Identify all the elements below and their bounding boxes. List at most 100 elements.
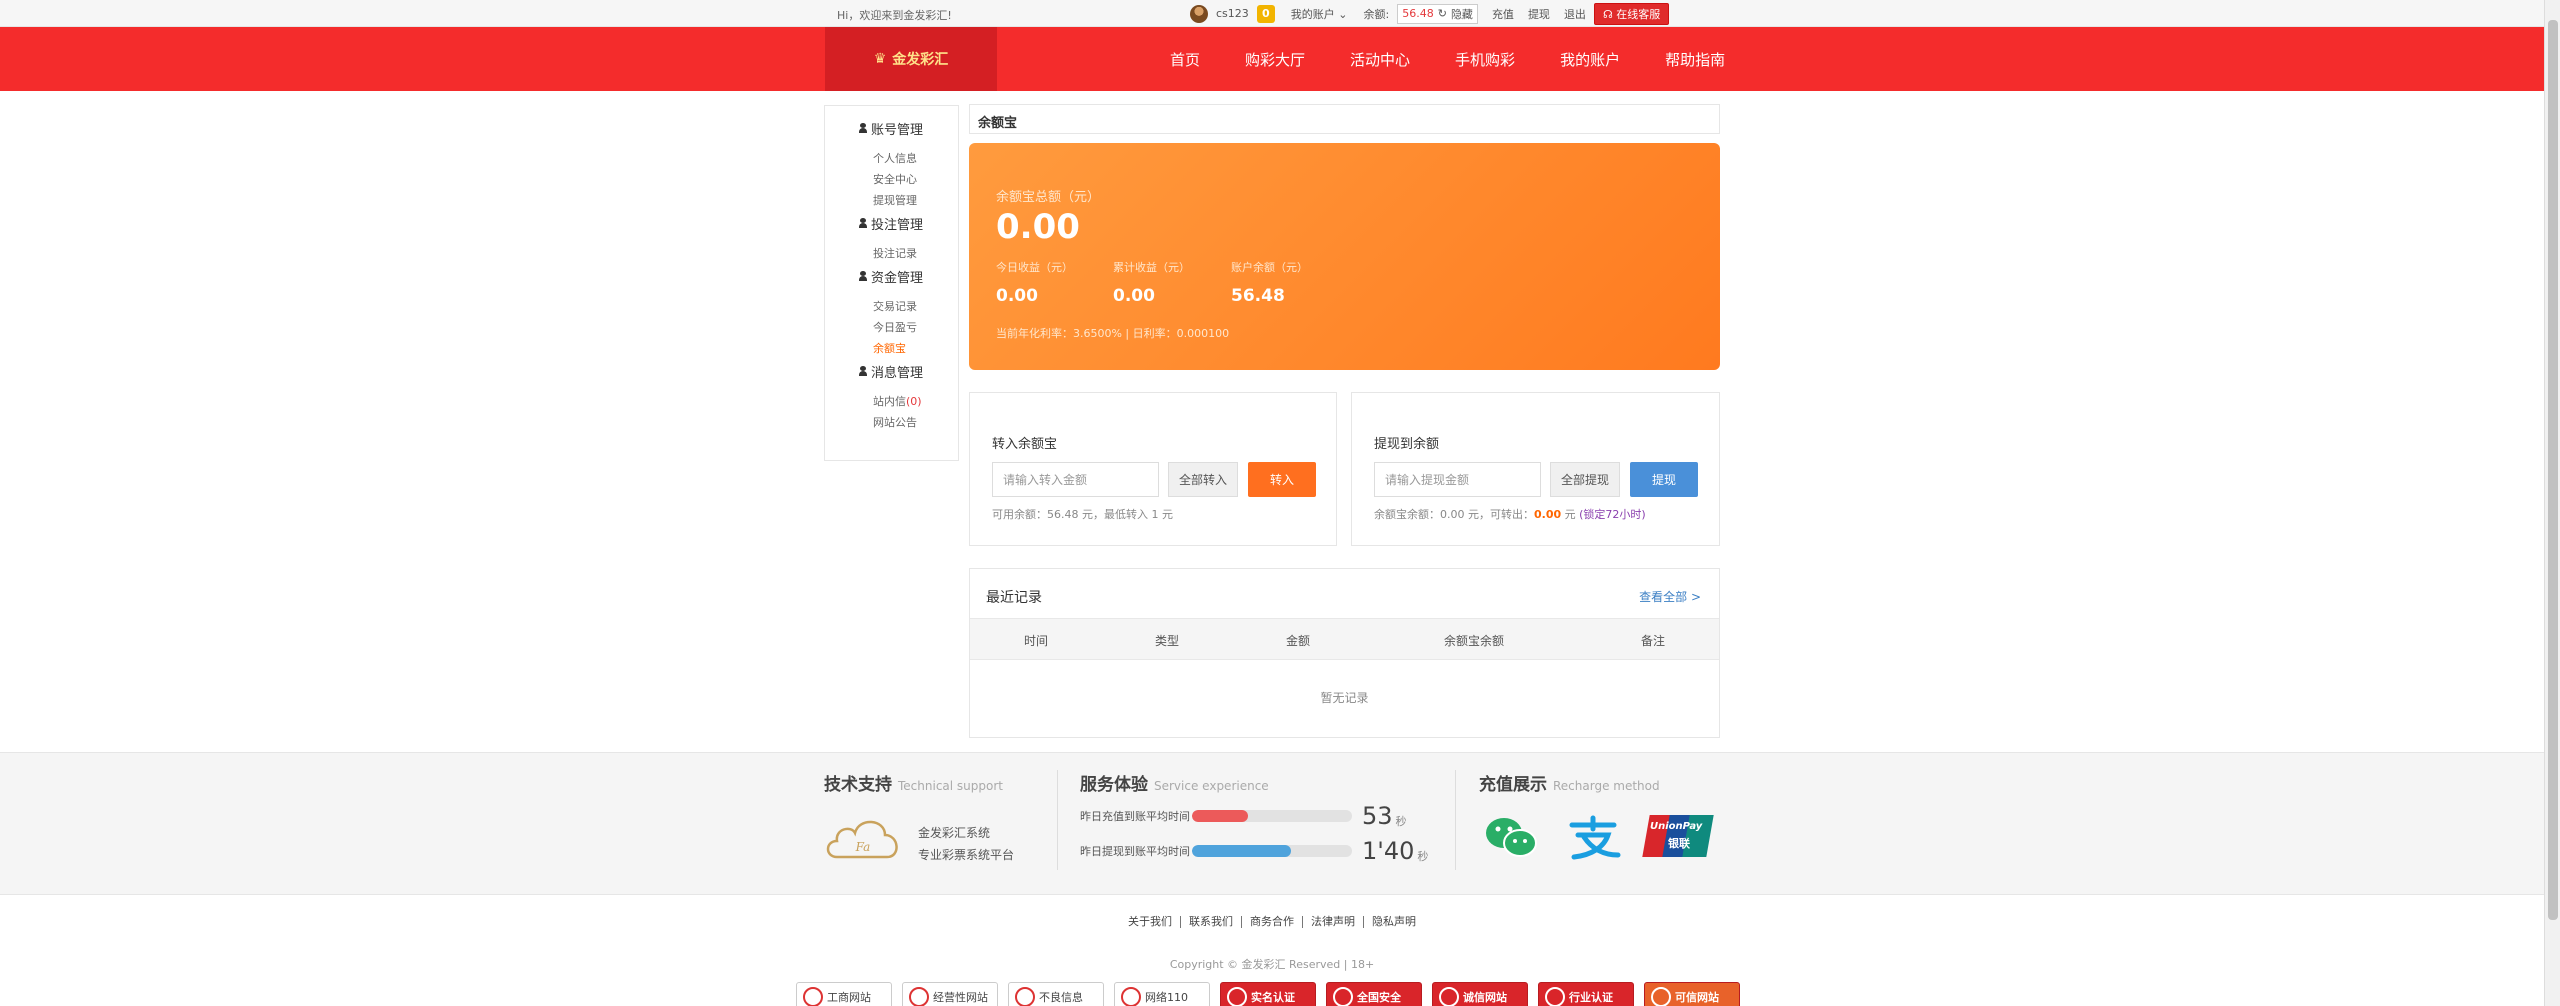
withdraw-hint: 余额宝余额：0.00 元，可转出：0.00 元 (锁定72小时) xyxy=(1374,508,1646,521)
withdraw-button[interactable]: 提现 xyxy=(1630,462,1698,497)
withdraw-speed-row: 昨日提现到账平均时间 1'40 秒 xyxy=(1080,837,1429,865)
transfer-in-panel: 转入余额宝 请输入转入金额 全部转入 转入 可用余额：56.48 元，最低转入 … xyxy=(969,392,1337,546)
badge-icp[interactable]: 工商网站 xyxy=(796,982,892,1006)
nav-activity[interactable]: 活动中心 xyxy=(1350,49,1410,70)
recharge-methods-title: 充值展示 Recharge method xyxy=(1479,775,1660,795)
footer-divider xyxy=(1057,770,1058,870)
sidebar-item-profile[interactable]: 个人信息 xyxy=(873,148,958,169)
sidebar-item-transactions[interactable]: 交易记录 xyxy=(873,296,958,317)
site-logo[interactable]: ♛ 金发彩汇 xyxy=(825,27,997,91)
crown-icon: ♛ xyxy=(873,51,887,67)
recharge-speed-row: 昨日充值到账平均时间 53 秒 xyxy=(1080,802,1407,830)
cumulative-income-value: 0.00 xyxy=(1113,286,1155,306)
scrollbar-thumb[interactable] xyxy=(2548,20,2558,920)
svg-text:Fa: Fa xyxy=(855,840,871,854)
records-title: 最近记录 xyxy=(986,590,1042,606)
footer-link-contact[interactable]: 联系我们 xyxy=(1181,916,1242,928)
badge-business[interactable]: 经营性网站 xyxy=(902,982,998,1006)
withdraw-link[interactable]: 提现 xyxy=(1528,6,1550,22)
transfer-all-in-button[interactable]: 全部转入 xyxy=(1168,462,1238,497)
nav-home[interactable]: 首页 xyxy=(1170,49,1200,70)
alipay-icon xyxy=(1569,815,1621,860)
tech-line-1: 金发彩汇系统 xyxy=(918,826,991,840)
recharge-progress-bar xyxy=(1192,810,1352,822)
view-all-link[interactable]: 查看全部 > xyxy=(1639,588,1701,605)
balance-box: 56.48 ↻ 隐藏 xyxy=(1397,3,1478,24)
online-service-button[interactable]: ☊ 在线客服 xyxy=(1593,2,1670,25)
footer-link-privacy[interactable]: 隐私声明 xyxy=(1364,916,1424,928)
col-time: 时间 xyxy=(1023,634,1049,648)
police-icon xyxy=(1121,987,1141,1006)
withdraw-time-value: 1'40 xyxy=(1362,837,1415,865)
sidebar-item-withdraw-manage[interactable]: 提现管理 xyxy=(873,190,958,211)
inbox-count: (0) xyxy=(906,395,922,408)
badge-police[interactable]: 网络110 xyxy=(1114,982,1210,1006)
balance-label: 余额: xyxy=(1363,7,1390,21)
badge-realname[interactable]: 实名认证 xyxy=(1220,982,1316,1006)
badge-trusted[interactable]: 可信网站 xyxy=(1644,982,1740,1006)
recharge-progress-fill xyxy=(1192,810,1248,822)
sidebar-group-messages: 消息管理 xyxy=(859,359,958,383)
main-nav: ♛ 金发彩汇 首页 购彩大厅 活动中心 手机购彩 我的账户 帮助指南 xyxy=(0,27,2544,91)
balance-value: 56.48 xyxy=(1402,7,1434,20)
sidebar-item-yuebao[interactable]: 余额宝 xyxy=(873,338,958,359)
unionpay-icon: UnionPay 银联 xyxy=(1642,815,1714,857)
nav-mobile[interactable]: 手机购彩 xyxy=(1455,49,1515,70)
greeting-text: Hi，欢迎来到金发彩汇! xyxy=(837,9,952,22)
badge-industry[interactable]: 行业认证 xyxy=(1538,982,1634,1006)
my-account-dropdown[interactable]: 我的账户 ⌄ xyxy=(1291,6,1348,22)
recharge-link[interactable]: 充值 xyxy=(1492,6,1514,22)
withdraw-input[interactable]: 请输入提现金额 xyxy=(1374,462,1541,497)
sidebar-item-bet-records[interactable]: 投注记录 xyxy=(873,243,958,264)
refresh-icon[interactable]: ↻ xyxy=(1438,7,1447,20)
page-title: 余额宝 xyxy=(969,104,1720,134)
footer-link-business[interactable]: 商务合作 xyxy=(1242,916,1303,928)
sidebar-item-today-pnl[interactable]: 今日盈亏 xyxy=(873,317,958,338)
badge-security[interactable]: 全国安全 xyxy=(1326,982,1422,1006)
check-icon xyxy=(1651,987,1671,1006)
col-yuebao-balance: 余额宝余额 xyxy=(1443,634,1505,648)
transfer-in-input[interactable]: 请输入转入金额 xyxy=(992,462,1159,497)
empty-records-text: 暂无记录 xyxy=(1320,691,1369,705)
today-income-value: 0.00 xyxy=(996,286,1038,306)
withdraw-progress-bar xyxy=(1192,845,1352,857)
hide-balance-button[interactable]: 隐藏 xyxy=(1451,6,1473,22)
sidebar-group-account: 账号管理 xyxy=(859,116,958,140)
sidebar-item-security[interactable]: 安全中心 xyxy=(873,169,958,190)
transfer-in-button[interactable]: 转入 xyxy=(1248,462,1316,497)
footer-links: 关于我们 联系我们 商务合作 法律声明 隐私声明 xyxy=(1120,916,1424,928)
username[interactable]: cs123 xyxy=(1216,7,1249,20)
logout-link[interactable]: 退出 xyxy=(1564,6,1586,22)
emblem-icon xyxy=(909,987,929,1006)
user-icon xyxy=(859,271,867,281)
level-badge: 0 xyxy=(1256,4,1275,23)
user-icon xyxy=(859,218,867,228)
recharge-time-value: 53 xyxy=(1362,802,1393,830)
footer-link-about[interactable]: 关于我们 xyxy=(1120,916,1181,928)
badge-integrity[interactable]: 诚信网站 xyxy=(1432,982,1528,1006)
badge-report[interactable]: 不良信息 xyxy=(1008,982,1104,1006)
sidebar-group-betting: 投注管理 xyxy=(859,211,958,235)
withdraw-all-button[interactable]: 全部提现 xyxy=(1550,462,1620,497)
cloud-logo-icon: Fa xyxy=(826,820,898,859)
today-income-label: 今日收益（元） xyxy=(996,261,1073,274)
avatar[interactable] xyxy=(1190,4,1208,23)
headset-icon: ☊ xyxy=(1602,7,1613,21)
wechat-pay-icon xyxy=(1486,818,1537,857)
nav-help[interactable]: 帮助指南 xyxy=(1665,49,1725,70)
account-sidebar: 账号管理 个人信息 安全中心 提现管理 投注管理 投注记录 资金管理 交易记录 … xyxy=(824,105,959,461)
check-icon xyxy=(1439,987,1459,1006)
yuebao-summary-card: 余额宝总额（元） 0.00 今日收益（元） 0.00 累计收益（元） 0.00 … xyxy=(969,143,1720,370)
sidebar-item-inbox[interactable]: 站内信(0) xyxy=(873,391,958,412)
col-type: 类型 xyxy=(1154,634,1180,648)
page-scrollbar[interactable] xyxy=(2544,0,2560,1006)
tech-line-2: 专业彩票系统平台 xyxy=(918,848,1015,862)
service-experience-title: 服务体验 Service experience xyxy=(1080,775,1269,795)
nav-my-account[interactable]: 我的账户 xyxy=(1560,49,1620,70)
nav-lottery-hall[interactable]: 购彩大厅 xyxy=(1245,49,1305,70)
interest-rate-text: 当前年化利率：3.6500% | 日利率：0.000100 xyxy=(996,327,1230,340)
sidebar-item-announcements[interactable]: 网站公告 xyxy=(873,412,958,433)
user-icon xyxy=(859,366,867,376)
col-note: 备注 xyxy=(1640,634,1666,648)
footer-link-legal[interactable]: 法律声明 xyxy=(1303,916,1364,928)
